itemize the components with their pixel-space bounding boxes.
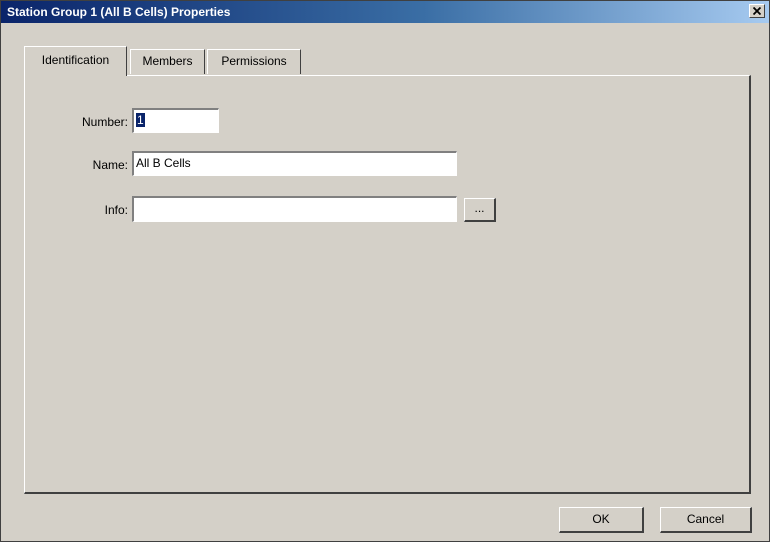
properties-dialog: Station Group 1 (All B Cells) Properties… bbox=[0, 0, 770, 542]
number-field[interactable]: 1 bbox=[132, 108, 219, 133]
close-button[interactable] bbox=[749, 4, 765, 18]
title-bar[interactable]: Station Group 1 (All B Cells) Properties bbox=[1, 1, 769, 23]
info-browse-button[interactable]: ... bbox=[464, 198, 496, 222]
info-field[interactable] bbox=[132, 196, 457, 222]
info-label: Info: bbox=[104, 203, 128, 217]
number-label: Number: bbox=[81, 115, 128, 129]
cancel-label: Cancel bbox=[686, 512, 725, 526]
tab-members[interactable]: Members bbox=[130, 49, 205, 74]
browse-label: ... bbox=[474, 201, 485, 215]
window-title: Station Group 1 (All B Cells) Properties bbox=[7, 5, 231, 19]
identification-panel bbox=[24, 75, 751, 494]
cancel-button[interactable]: Cancel bbox=[660, 507, 752, 533]
tab-identification-label: Identification bbox=[41, 53, 110, 67]
name-value: All B Cells bbox=[136, 156, 191, 170]
number-value: 1 bbox=[136, 113, 145, 127]
tab-permissions[interactable]: Permissions bbox=[207, 49, 301, 74]
tab-permissions-label: Permissions bbox=[221, 54, 287, 68]
tab-members-label: Members bbox=[142, 54, 193, 68]
ok-button[interactable]: OK bbox=[559, 507, 644, 533]
tab-identification[interactable]: Identification bbox=[24, 46, 127, 76]
close-icon bbox=[753, 7, 761, 15]
name-label: Name: bbox=[92, 158, 128, 172]
name-field[interactable]: All B Cells bbox=[132, 151, 457, 176]
ok-label: OK bbox=[592, 512, 610, 526]
